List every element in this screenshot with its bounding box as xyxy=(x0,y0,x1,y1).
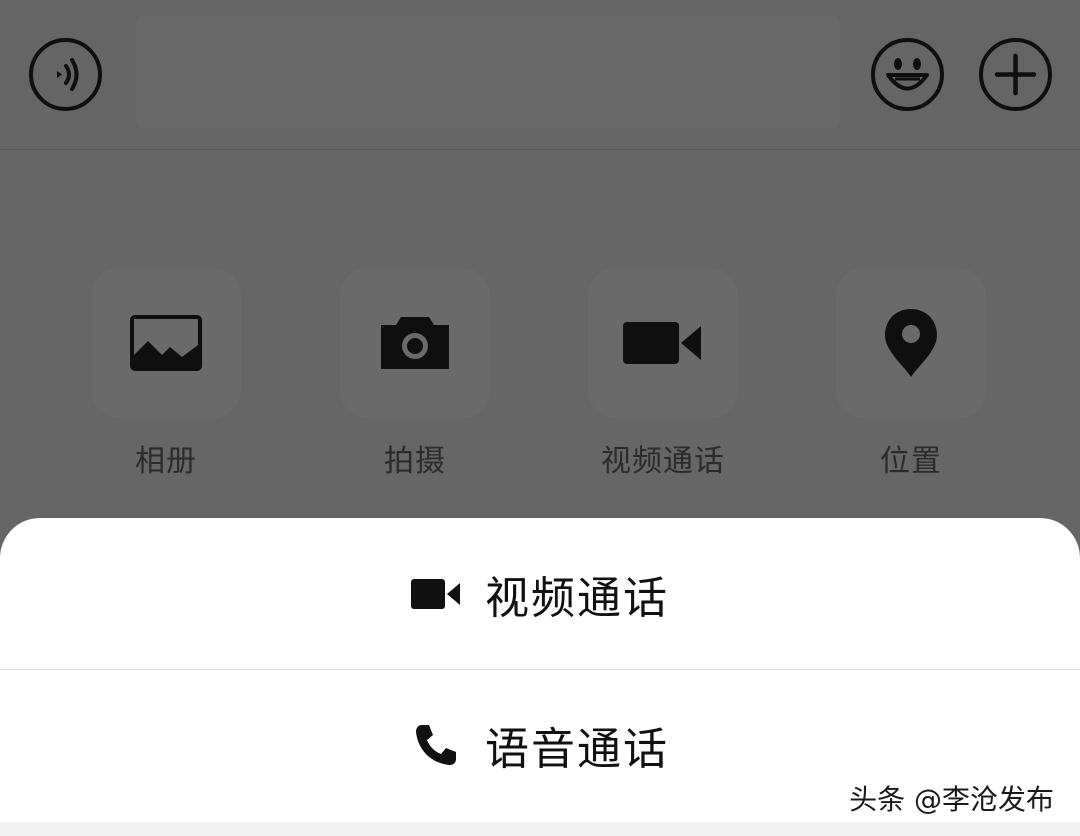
action-album-tile[interactable] xyxy=(91,268,241,418)
action-shoot[interactable]: 拍摄 xyxy=(340,268,490,479)
camera-icon xyxy=(381,317,449,369)
action-location[interactable]: 位置 xyxy=(836,268,986,479)
more-button[interactable] xyxy=(979,38,1052,111)
video-camera-icon xyxy=(623,322,701,364)
action-location-label: 位置 xyxy=(880,444,942,479)
action-shoot-label: 拍摄 xyxy=(384,444,446,479)
plus-icon xyxy=(994,53,1037,96)
photo-album-icon xyxy=(130,315,202,371)
action-video-call-tile[interactable] xyxy=(588,268,738,418)
chat-input-bar xyxy=(0,0,1080,150)
action-album[interactable]: 相册 xyxy=(91,268,241,479)
voice-icon xyxy=(57,58,79,91)
sheet-bottom-strip xyxy=(0,822,1080,836)
emoji-icon xyxy=(886,58,929,91)
action-video-call-label: 视频通话 xyxy=(601,444,725,479)
action-album-label: 相册 xyxy=(135,444,197,479)
action-shoot-tile[interactable] xyxy=(340,268,490,418)
voice-input-button[interactable] xyxy=(29,38,102,111)
video-call-label: 视频通话 xyxy=(485,572,669,624)
action-video-call[interactable]: 视频通话 xyxy=(588,268,738,479)
voice-call-label: 语音通话 xyxy=(485,724,669,775)
location-pin-icon xyxy=(885,309,937,377)
phone-icon xyxy=(416,725,456,765)
message-input[interactable] xyxy=(136,16,840,128)
video-camera-icon xyxy=(411,578,460,609)
watermark: 头条 @李沧发布 xyxy=(849,783,1054,816)
action-location-tile[interactable] xyxy=(836,268,986,418)
video-call-option[interactable]: 视频通话 xyxy=(0,518,1080,670)
emoji-button[interactable] xyxy=(871,38,944,111)
